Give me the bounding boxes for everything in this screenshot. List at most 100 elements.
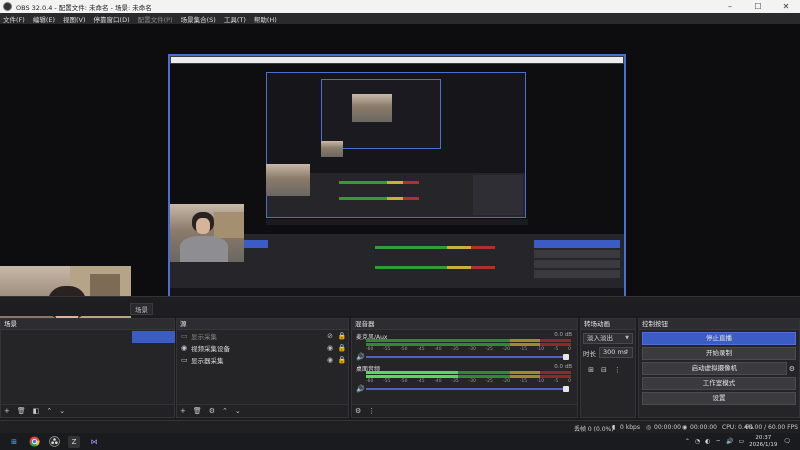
fps: 60.00 / 60.00 FPS xyxy=(745,424,798,431)
spin-arrows-icon: ⇕ xyxy=(624,349,629,355)
menu-tools[interactable]: 工具(T) xyxy=(224,14,246,24)
nested-ctl-btn-1 xyxy=(534,250,620,258)
remove-transition-icon[interactable]: ⊟ xyxy=(601,366,607,374)
display-capture-preview[interactable] xyxy=(168,54,626,310)
volume-meter xyxy=(366,343,571,346)
scale-tick: -20 xyxy=(502,379,510,384)
menu-help[interactable]: 帮助(H) xyxy=(254,14,277,24)
chrome-icon[interactable] xyxy=(28,436,40,448)
clock[interactable]: 20:37 2026/1/19 xyxy=(749,435,777,448)
add-transition-icon[interactable]: ⊞ xyxy=(588,366,594,374)
add-source-icon[interactable]: + xyxy=(180,407,186,415)
maximize-button[interactable]: ☐ xyxy=(744,0,772,13)
start-recording-button[interactable]: 开始录制 xyxy=(642,347,796,360)
duration-value: 300 ms xyxy=(603,348,628,356)
speaker-icon[interactable]: 🔊 xyxy=(356,385,365,393)
gear-icon[interactable]: ⚙ xyxy=(209,407,215,415)
monitor-icon: ▭ xyxy=(181,332,188,340)
meter-red-zone xyxy=(540,375,571,378)
remove-scene-icon[interactable]: 🗑 xyxy=(17,407,26,415)
scale-tick: -5 xyxy=(553,379,559,384)
lock-icon[interactable]: 🔒 xyxy=(336,332,348,340)
move-up-icon[interactable]: ⌃ xyxy=(46,407,52,415)
source-item[interactable]: ◉ 视频采集设备 ◉ 🔒 xyxy=(177,342,348,354)
volume-slider-handle[interactable] xyxy=(563,386,569,392)
menu-view[interactable]: 视图(V) xyxy=(63,14,86,24)
menu-edit[interactable]: 编辑(E) xyxy=(33,14,55,24)
nested-taskbar-level-2 xyxy=(266,219,528,225)
menu-profile[interactable]: 配置文件(P) xyxy=(138,14,173,24)
scene-item-selected[interactable] xyxy=(132,331,175,343)
more-options-icon[interactable]: ⋮ xyxy=(368,407,375,415)
battery-icon[interactable]: ▭ xyxy=(739,438,745,445)
status-bar: 丢帧 0 (0.0%) ▮ 0 kbps ◎ 00:00:00 ◉ 00:00:… xyxy=(0,420,800,433)
menu-docks[interactable]: 停靠窗口(D) xyxy=(94,14,130,24)
minimize-button[interactable]: – xyxy=(716,0,744,13)
scale-tick: -15 xyxy=(519,379,528,384)
visual-studio-icon[interactable]: ⋈ xyxy=(88,436,100,448)
tab-scenes[interactable]: 场景 xyxy=(130,303,153,315)
zed-icon[interactable]: Z xyxy=(68,435,80,448)
network-icon[interactable]: ◔ xyxy=(695,438,700,445)
controls-dock-title: 控制按钮 xyxy=(642,319,668,328)
wifi-icon[interactable]: ⌔ xyxy=(715,438,721,446)
settings-button[interactable]: 设置 xyxy=(642,392,796,405)
menu-scene-collection[interactable]: 场景集合(S) xyxy=(181,14,216,24)
transitions-dock-header: 转场动画 xyxy=(581,319,635,330)
volume-icon[interactable]: 🔊 xyxy=(726,438,733,445)
sources-dock: 源 ▭ 显示采集 ⊘ 🔒 ◉ 视频采集设备 ◉ 🔒 ▭ 显示器采集 ◉ 🔒 + … xyxy=(176,318,349,418)
obs-taskbar-icon[interactable] xyxy=(48,436,60,448)
source-item[interactable]: ▭ 显示器采集 ◉ 🔒 xyxy=(177,354,348,366)
transition-type-value: 淡入淡出 xyxy=(587,334,613,342)
volume-slider[interactable] xyxy=(366,356,563,358)
volume-meter xyxy=(366,339,571,342)
audio-mixer-dock: 混音器 麦克风/Aux 0.0 dB -60 -55 -50 -45 -40 -35 -30… xyxy=(351,318,578,418)
virtual-camera-gear-icon[interactable]: ⚙ xyxy=(789,365,795,373)
eye-icon[interactable]: ◉ xyxy=(324,344,336,352)
duration-spinbox[interactable]: 300 ms ⇕ xyxy=(599,347,633,358)
scale-tick: -15 xyxy=(519,347,528,352)
nested-body xyxy=(180,236,228,262)
chevron-down-icon: ▼ xyxy=(625,335,629,341)
transition-type-select[interactable]: 淡入淡出 ▼ xyxy=(583,333,633,344)
source-item[interactable]: ▭ 显示采集 ⊘ 🔒 xyxy=(177,330,348,342)
channel-db: 0.0 dB xyxy=(554,364,572,370)
window-title: OBS 32.0.4 - 配置文件: 未命名 - 场景: 未命名 xyxy=(16,3,152,12)
program-preview[interactable] xyxy=(0,24,800,310)
menu-file[interactable]: 文件(F) xyxy=(3,14,25,24)
chevron-up-icon[interactable]: ⌃ xyxy=(685,438,690,445)
obs-logo-icon xyxy=(3,2,12,11)
camera-icon: ◉ xyxy=(181,344,188,352)
more-options-icon[interactable]: ⋮ xyxy=(614,366,621,374)
nested-shelf xyxy=(214,212,244,238)
volume-slider-handle[interactable] xyxy=(563,354,569,360)
controls-dock: 控制按钮 停止直播 开始录制 启动虚拟摄像机 ⚙ 工作室模式 设置 xyxy=(638,318,800,418)
close-button[interactable]: ✕ xyxy=(772,0,800,13)
virtual-camera-row: 启动虚拟摄像机 ⚙ xyxy=(639,360,799,375)
scene-filter-icon[interactable]: ◧ xyxy=(33,407,40,415)
sources-dock-title: 源 xyxy=(180,319,187,328)
meter-level xyxy=(366,375,459,378)
scale-tick: -60 xyxy=(366,347,374,352)
remove-source-icon[interactable]: 🗑 xyxy=(193,407,202,415)
start-virtual-camera-button[interactable]: 启动虚拟摄像机 xyxy=(642,362,787,375)
move-down-icon[interactable]: ⌄ xyxy=(235,407,241,415)
stop-streaming-button[interactable]: 停止直播 xyxy=(642,332,796,345)
add-scene-icon[interactable]: + xyxy=(4,407,10,415)
speaker-icon[interactable]: 🔊 xyxy=(356,353,365,361)
lock-icon[interactable]: 🔒 xyxy=(336,344,348,352)
system-tray: ⌃ ◔ ◐ ⌔ 🔊 ▭ 20:37 2026/1/19 🗨 xyxy=(685,433,796,450)
notification-icon[interactable]: 🗨 xyxy=(783,438,791,445)
studio-mode-button[interactable]: 工作室模式 xyxy=(642,377,796,390)
move-down-icon[interactable]: ⌄ xyxy=(59,407,65,415)
tray-app-icon[interactable]: ◐ xyxy=(705,438,710,445)
nested-face xyxy=(196,218,210,234)
move-up-icon[interactable]: ⌃ xyxy=(222,407,228,415)
visibility-off-icon[interactable]: ⊘ xyxy=(324,332,336,340)
windows-start-icon[interactable]: ⊞ xyxy=(8,436,20,448)
eye-icon[interactable]: ◉ xyxy=(324,356,336,364)
volume-slider[interactable] xyxy=(366,388,563,390)
lock-icon[interactable]: 🔒 xyxy=(336,356,348,364)
mixer-channel-mic: 麦克风/Aux 0.0 dB -60 -55 -50 -45 -40 -35 -30 -25-… xyxy=(352,330,577,362)
mixer-settings-icon[interactable]: ⚙ xyxy=(355,407,361,415)
